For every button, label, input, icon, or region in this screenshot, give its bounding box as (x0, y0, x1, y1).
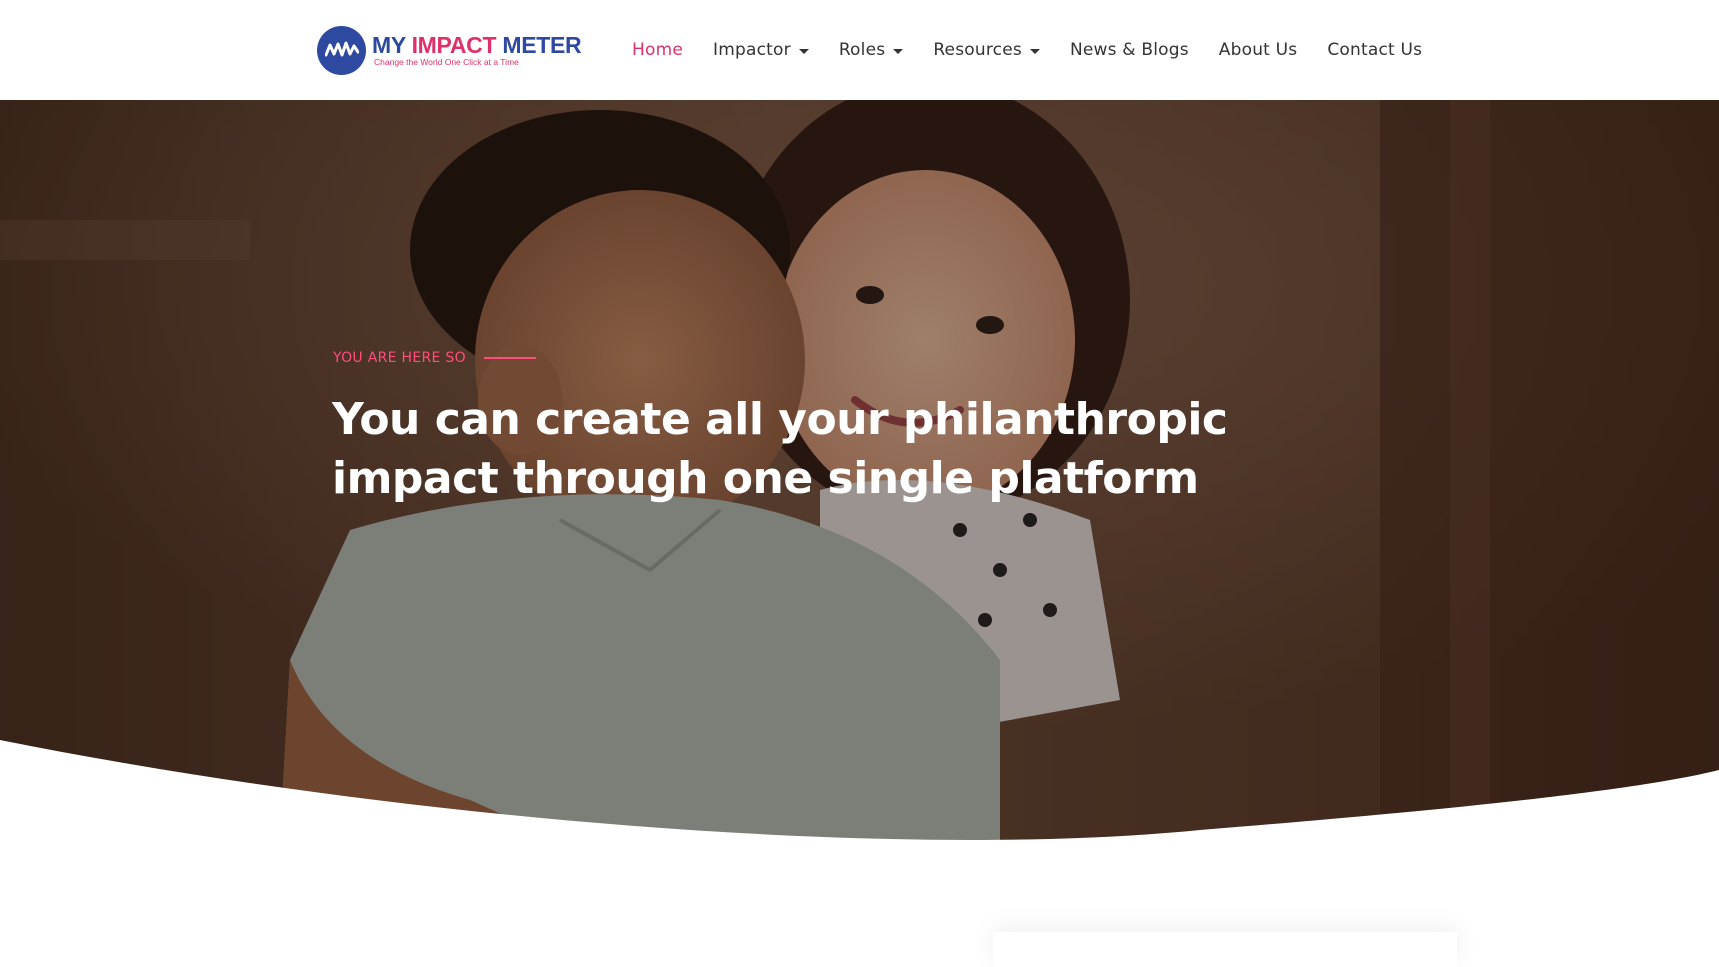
nav-item-label: Home (632, 40, 684, 60)
nav-item-contact-us[interactable]: Contact Us (1327, 40, 1422, 60)
hero-headline: You can create all your philanthropic im… (332, 390, 1232, 508)
nav-item-label: Roles (838, 40, 886, 60)
logo-mark-icon (317, 25, 366, 75)
logo-word-impact: IMPACT (411, 32, 497, 58)
nav-item-impactor[interactable]: Impactor (713, 40, 809, 60)
logo-title: MY IMPACT METER (372, 32, 582, 58)
hero-headline-line1: You can create all your philanthropic (332, 394, 1228, 445)
hero-eyebrow-line (483, 357, 536, 359)
caret-down-icon (893, 48, 904, 54)
nav-item-label: Impactor (713, 40, 791, 60)
nav-item-news-blogs[interactable]: News & Blogs (1070, 40, 1189, 60)
content-card (993, 932, 1457, 967)
logo-tagline: Change the World One Click at a Time (374, 57, 519, 67)
nav-item-resources[interactable]: Resources (933, 40, 1040, 60)
nav-item-home[interactable]: Home (632, 40, 683, 60)
logo-word-my: MY (372, 32, 406, 58)
logo-text: MY IMPACT METER Change the World One Cli… (372, 32, 582, 67)
nav-item-roles[interactable]: Roles (839, 40, 904, 60)
main-nav: Home Impactor Roles Resources News & Blo… (632, 0, 1422, 100)
hero-headline-line2: impact through one single platform (332, 453, 1199, 504)
hero-section: YOU ARE HERE SO You can create all your … (0, 100, 1719, 840)
nav-item-label: Resources (933, 40, 1022, 60)
caret-down-icon (1029, 48, 1040, 54)
hero-eyebrow: YOU ARE HERE SO (333, 350, 536, 366)
logo-word-meter: METER (502, 32, 582, 58)
nav-item-about-us[interactable]: About Us (1219, 40, 1298, 60)
nav-item-label: About Us (1218, 40, 1298, 60)
nav-item-label: Contact Us (1327, 40, 1423, 60)
nav-item-label: News & Blogs (1069, 40, 1189, 60)
caret-down-icon (798, 48, 809, 54)
site-logo[interactable]: MY IMPACT METER Change the World One Cli… (317, 24, 582, 76)
hero-eyebrow-text: YOU ARE HERE SO (333, 350, 466, 366)
site-header: MY IMPACT METER Change the World One Cli… (0, 0, 1719, 100)
